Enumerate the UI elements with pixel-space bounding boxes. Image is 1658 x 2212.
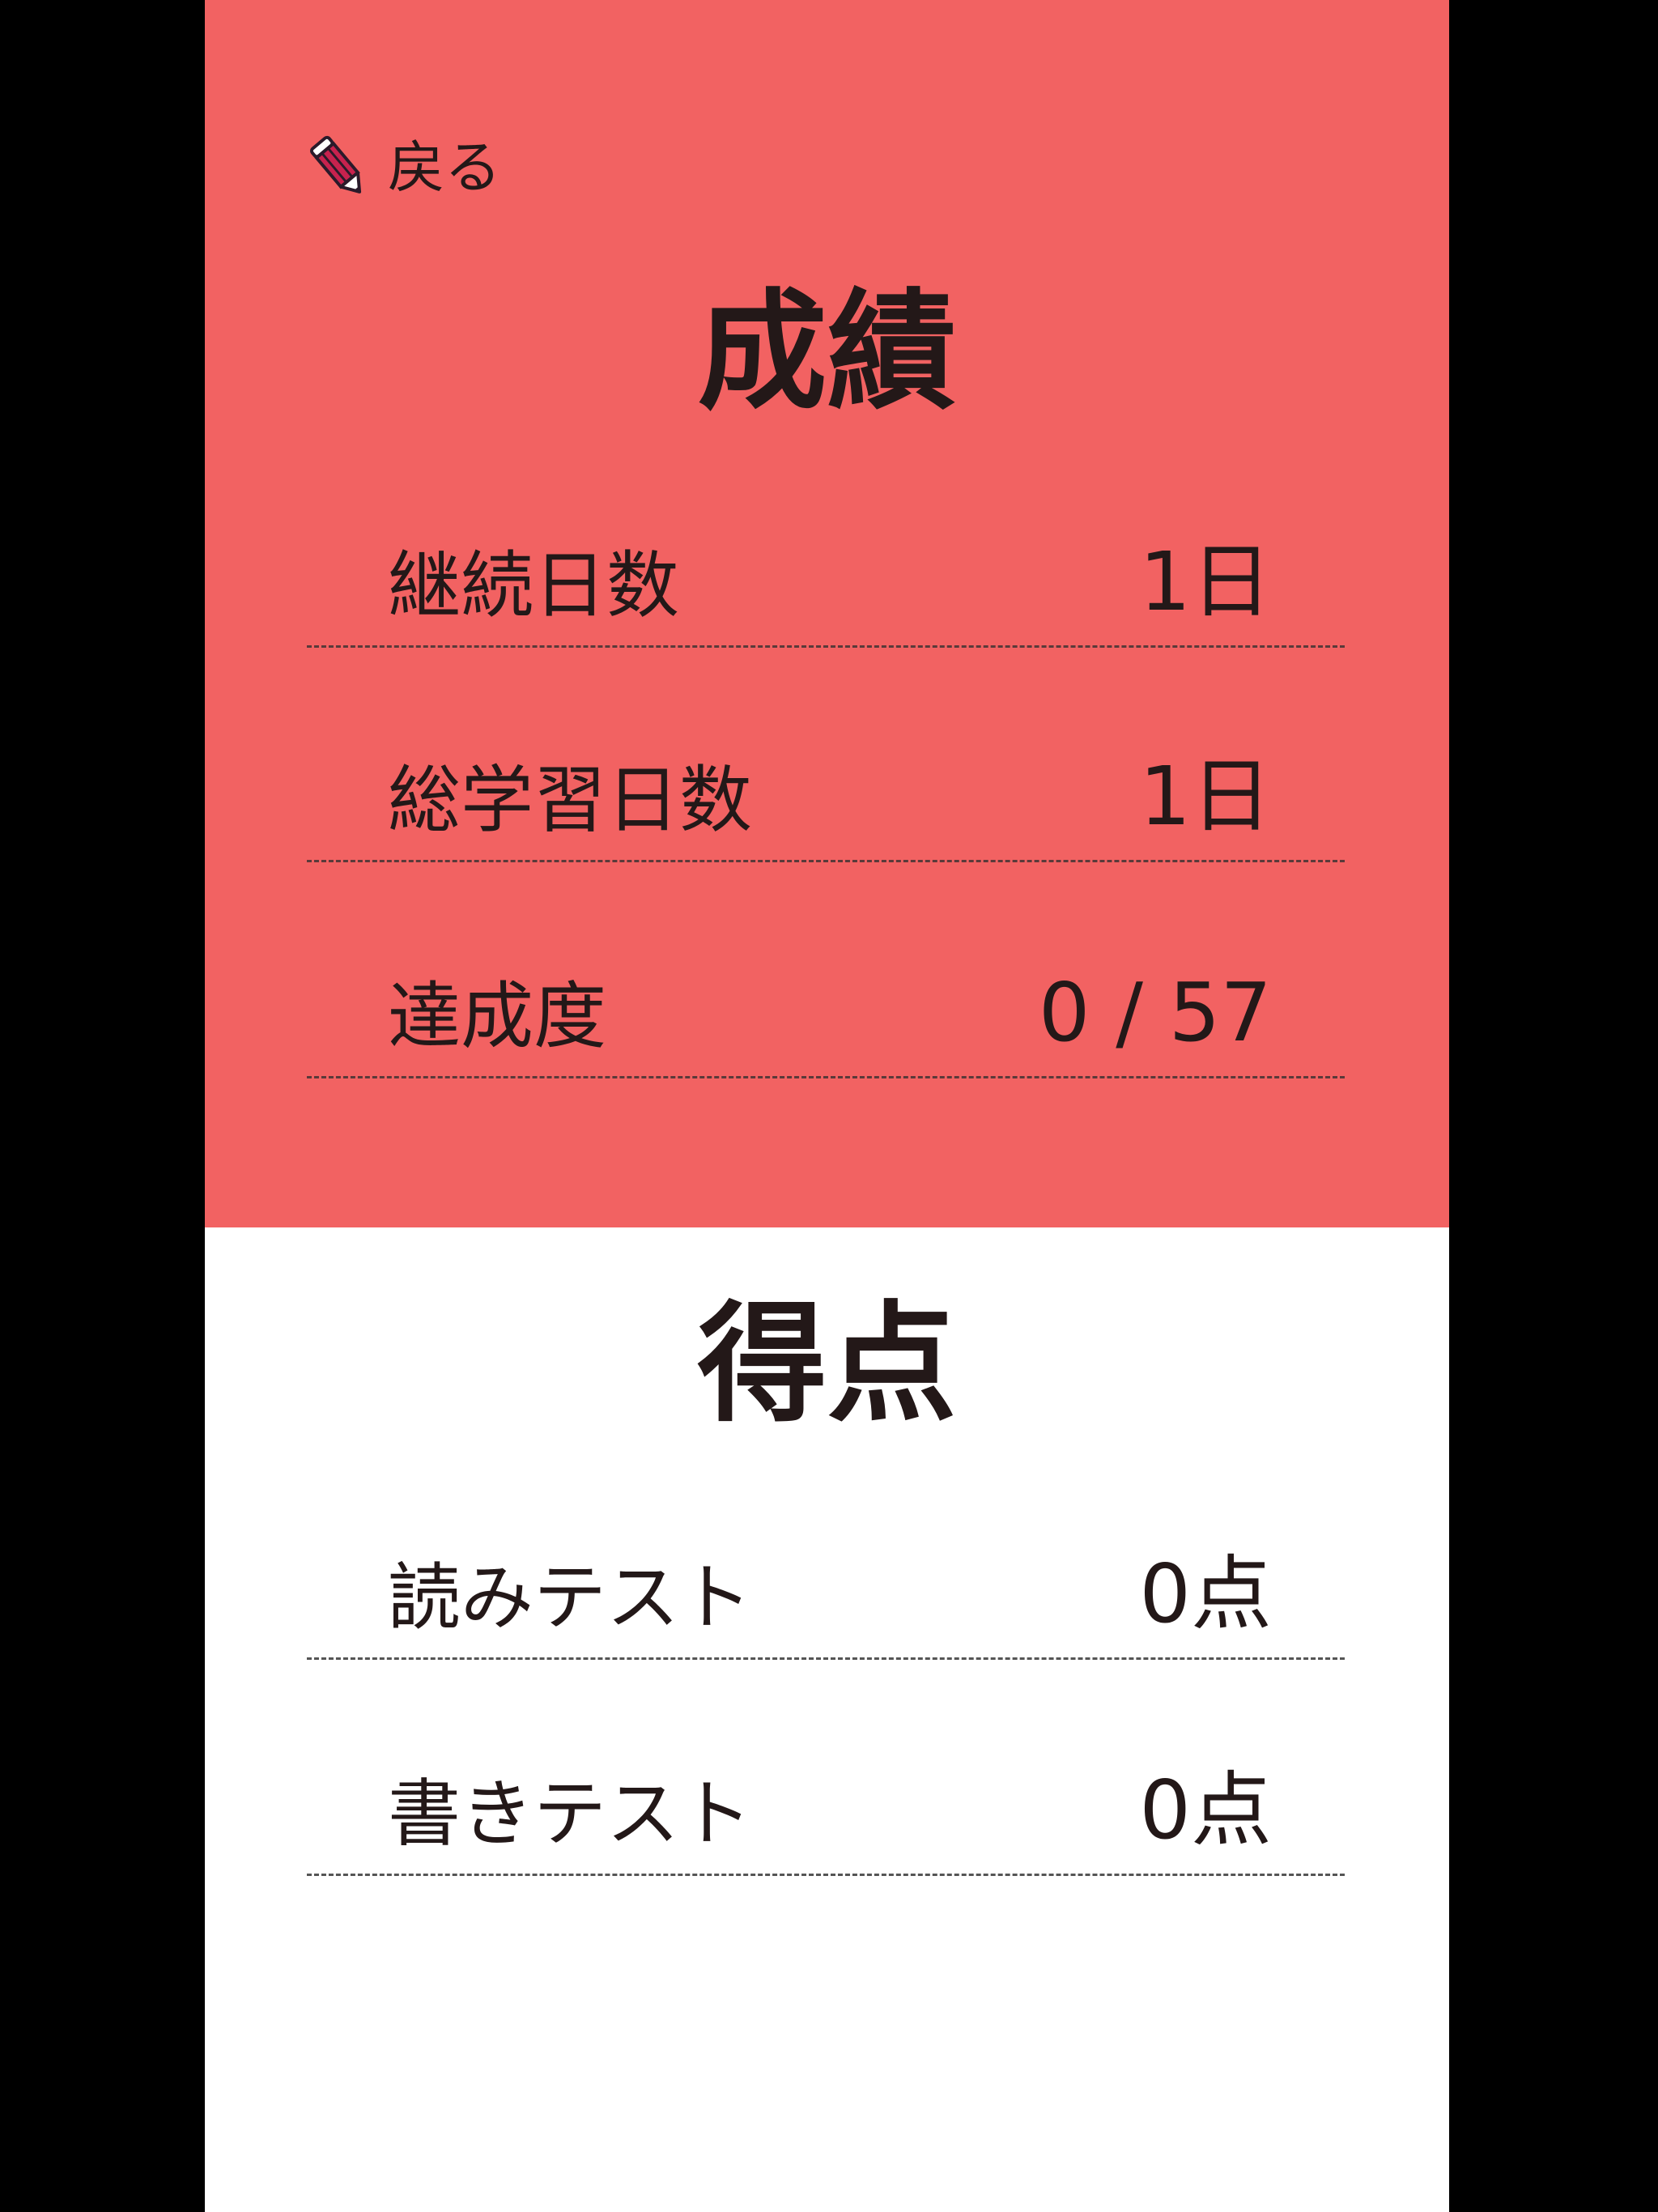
score-label: 読みテスト xyxy=(388,1555,752,1640)
record-section: 戻る 成績 継続日数 1日 総学習日数 1日 達成度 0 / 57 xyxy=(205,0,1449,1227)
stat-value: 1日 xyxy=(1139,534,1272,629)
pencil-icon xyxy=(310,135,362,194)
stat-row-total-days: 総学習日数 1日 xyxy=(307,741,1345,862)
back-button[interactable]: 戻る xyxy=(307,131,501,204)
score-label: 書きテスト xyxy=(388,1772,752,1857)
app-screen: 戻る 成績 継続日数 1日 総学習日数 1日 達成度 0 / 57 得点 読みテ… xyxy=(205,0,1449,2212)
stat-label: 継続日数 xyxy=(388,543,679,628)
record-title: 成績 xyxy=(697,276,957,428)
score-title: 得点 xyxy=(697,1288,957,1440)
score-row-reading: 読みテスト 0点 xyxy=(307,1538,1345,1660)
stat-label: 総学習日数 xyxy=(388,758,752,843)
score-value: 0点 xyxy=(1139,1763,1272,1857)
stat-row-streak: 継続日数 1日 xyxy=(307,526,1345,648)
stat-value: 0 / 57 xyxy=(1038,965,1272,1060)
stat-value: 1日 xyxy=(1139,749,1272,844)
back-label: 戻る xyxy=(388,134,501,201)
score-row-writing: 書きテスト 0点 xyxy=(307,1755,1345,1876)
stat-label: 達成度 xyxy=(388,974,606,1059)
score-value: 0点 xyxy=(1139,1546,1272,1641)
stat-row-achievement: 達成度 0 / 57 xyxy=(307,957,1345,1078)
